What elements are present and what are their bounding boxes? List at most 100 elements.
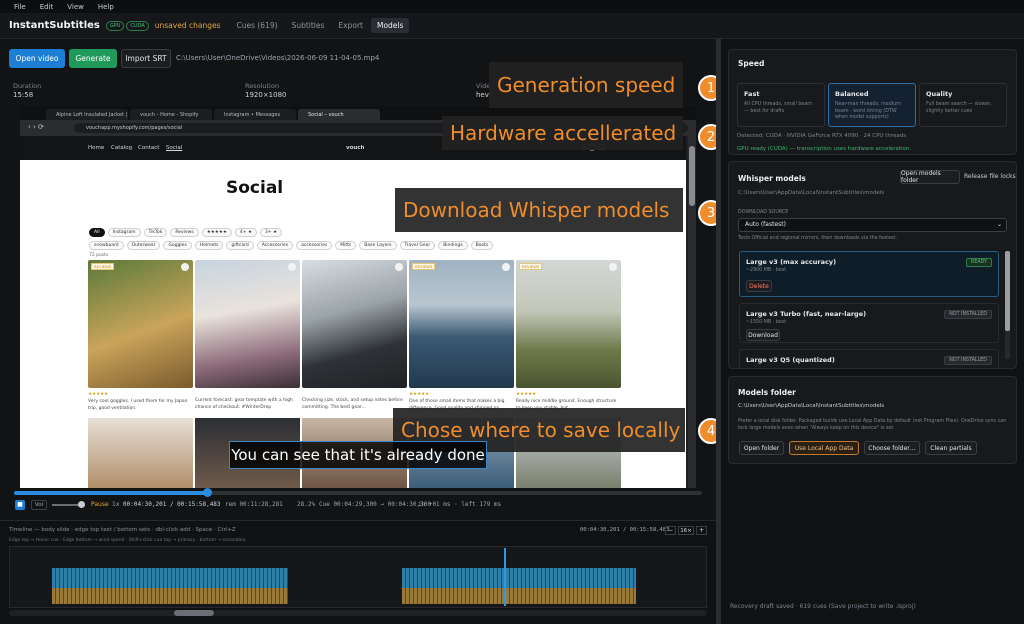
model-name: Large v3 (max accuracy) — [746, 258, 837, 266]
post-card: REVIEWS ★★★★★ Very cool goggles. I used … — [88, 260, 193, 412]
release-locks-link[interactable]: Release file locks — [964, 173, 1016, 180]
gpu-pill: GPU — [105, 20, 125, 31]
models-folder-path: C:\Users\User\AppData\Local\InstantSubti… — [738, 403, 885, 409]
generate-button[interactable]: Generate — [69, 49, 117, 68]
post-stars: ★★★★★ — [516, 392, 537, 397]
timeline-time: 00:04:30,201 / 00:15:58,483 — [580, 527, 670, 533]
whisper-models-panel: Whisper models Open models folder Releas… — [728, 161, 1017, 369]
post-image — [195, 260, 300, 388]
chip: All — [89, 228, 105, 237]
browser-nav-icons: ‹ › ⟳ — [28, 123, 44, 131]
clean-partials-button[interactable]: Clean partials — [925, 441, 977, 455]
menu-help[interactable]: Help — [98, 3, 114, 11]
menu-edit[interactable]: Edit — [40, 3, 54, 11]
cue-offsets: in +01 ms · left 179 ms — [418, 501, 502, 508]
video-scrollbar — [688, 136, 696, 488]
post-text: Current forecast: gear template with a h… — [195, 398, 293, 410]
speed-option-quality[interactable]: Quality Full beam search — slower, sligh… — [919, 83, 1007, 127]
zoom-in-button[interactable]: + — [696, 526, 707, 535]
menu-file[interactable]: File — [14, 3, 26, 11]
menu-bar: File Edit View Help — [0, 0, 1024, 13]
volume-slider[interactable] — [52, 504, 80, 506]
subtitle-overlay[interactable]: You can see that it's already done — [229, 441, 487, 469]
post-image — [302, 260, 407, 388]
site-brand: vouch — [346, 145, 365, 151]
models-scrollbar-thumb[interactable] — [1005, 251, 1010, 331]
menu-view[interactable]: View — [67, 3, 84, 11]
social-icon — [181, 263, 189, 271]
zoom-out-button[interactable]: − — [665, 526, 676, 535]
post-image: REVIEWS — [516, 260, 621, 388]
post-card: Checking size, stock, and setup notes be… — [302, 260, 407, 411]
waveform-segment-lower — [402, 588, 636, 604]
speed-option-balanced[interactable]: Balanced Near-max threads, medium beam ·… — [828, 83, 916, 127]
seek-bar-handle[interactable] — [202, 488, 212, 497]
cuda-pill: CUDA — [126, 20, 149, 31]
site-heading: Social — [226, 178, 284, 198]
site-nav-home: Home — [88, 145, 105, 151]
models-scrollbar[interactable] — [1005, 251, 1010, 359]
browser-tab: vouch - Home - Shopify — [130, 109, 212, 120]
current-time: 00:04:30,201 / 00:15:58,483 — [123, 501, 221, 508]
post-text: Very cool goggles. I used them for my Ja… — [88, 399, 188, 411]
speed-option-fast[interactable]: Fast All CPU threads, small beam — best … — [737, 83, 825, 127]
post-stars: ★★★★★ — [409, 392, 430, 397]
pause-label[interactable]: Pause — [91, 501, 109, 508]
detected-hardware: Detected: CUDA · NVIDIA GeForce RTX 4090… — [737, 133, 907, 139]
waveform-segment-lower — [52, 588, 288, 604]
post-image: REVIEWS — [88, 260, 193, 388]
chip: Travel Gear — [399, 241, 436, 250]
tab-subtitles[interactable]: Subtitles — [286, 18, 331, 33]
seek-bar[interactable] — [14, 488, 702, 497]
open-folder-button[interactable]: Open folder — [739, 441, 784, 455]
choose-folder-button[interactable]: Choose folder… — [864, 441, 920, 455]
post-text: Checking size, stock, and setup notes be… — [302, 398, 403, 410]
reviews-badge: REVIEWS — [91, 263, 115, 270]
volume-button[interactable]: Vol — [31, 500, 47, 510]
status-bar: Recovery draft saved · 619 cues (Save pr… — [730, 603, 916, 610]
volume-handle[interactable] — [78, 501, 85, 508]
chip: TikTok — [143, 228, 168, 237]
callout-hardware-accelerated: Hardware accellerated — [442, 116, 683, 150]
speed-panel: Speed Fast All CPU threads, small beam —… — [728, 49, 1017, 155]
model-name: Large v3 Q5 (quantized) — [746, 356, 835, 364]
delete-model-button[interactable]: Delete — [746, 280, 772, 292]
progress-percent: 28.2% — [297, 501, 316, 508]
models-folder-title: Models folder — [738, 388, 796, 397]
import-srt-button[interactable]: Import SRT — [121, 49, 171, 68]
speed-label[interactable]: 1x — [112, 501, 119, 508]
chip: Mitts — [335, 241, 357, 250]
transport-bar: ■ Vol Pause 1x 00:04:30,201 / 00:15:58,4… — [0, 499, 716, 513]
browser-tab: Instagram • Messages — [214, 109, 296, 120]
post-card: REVIEWS ★★★★★ Really nice middle ground.… — [516, 260, 621, 412]
resolution-label: Resolution — [245, 82, 279, 90]
duration-label: Duration — [13, 82, 42, 90]
timeline-playhead[interactable] — [504, 548, 506, 606]
video-path: C:\Users\User\OneDrive\Videos\2026-06-09… — [176, 54, 380, 62]
stop-icon[interactable]: ■ — [15, 500, 25, 510]
unsaved-indicator: unsaved changes — [154, 21, 221, 30]
open-models-folder-button[interactable]: Open models folder — [900, 170, 960, 184]
instagram-icon — [395, 263, 403, 271]
chip: giftcard — [226, 241, 254, 250]
models-folder-panel: Models folder C:\Users\User\AppData\Loca… — [728, 376, 1017, 464]
open-video-button[interactable]: Open video — [9, 49, 65, 68]
use-local-app-data-button[interactable]: Use Local App Data — [789, 441, 859, 455]
download-source-select[interactable]: Auto (fastest) ⌄ — [738, 218, 1007, 232]
chip: 3+ ★ — [260, 228, 283, 237]
model-name: Large v3 Turbo (fast, near-large) — [746, 310, 867, 318]
download-model-button[interactable]: Download — [746, 329, 780, 341]
model-large-v3-q5: Large v3 Q5 (quantized) NOT INSTALLED — [739, 349, 999, 368]
post-card: Current forecast: gear template with a h… — [195, 260, 300, 411]
tab-models[interactable]: Models — [370, 18, 410, 33]
tab-export[interactable]: Export — [332, 18, 369, 33]
models-panel: Speed Fast All CPU threads, small beam —… — [721, 39, 1024, 624]
tab-cues[interactable]: Cues (619) — [230, 18, 283, 33]
site-nav-contact: Contact — [138, 145, 160, 151]
model-size: ~2900 MB · best — [746, 268, 787, 273]
site-nav-social: Social — [166, 145, 183, 151]
chip: Reviews — [170, 228, 199, 237]
timeline-scrollbar-thumb[interactable] — [174, 610, 214, 616]
callout-generation-speed: Generation speed — [489, 62, 683, 108]
timeline-scrollbar[interactable] — [9, 610, 707, 616]
